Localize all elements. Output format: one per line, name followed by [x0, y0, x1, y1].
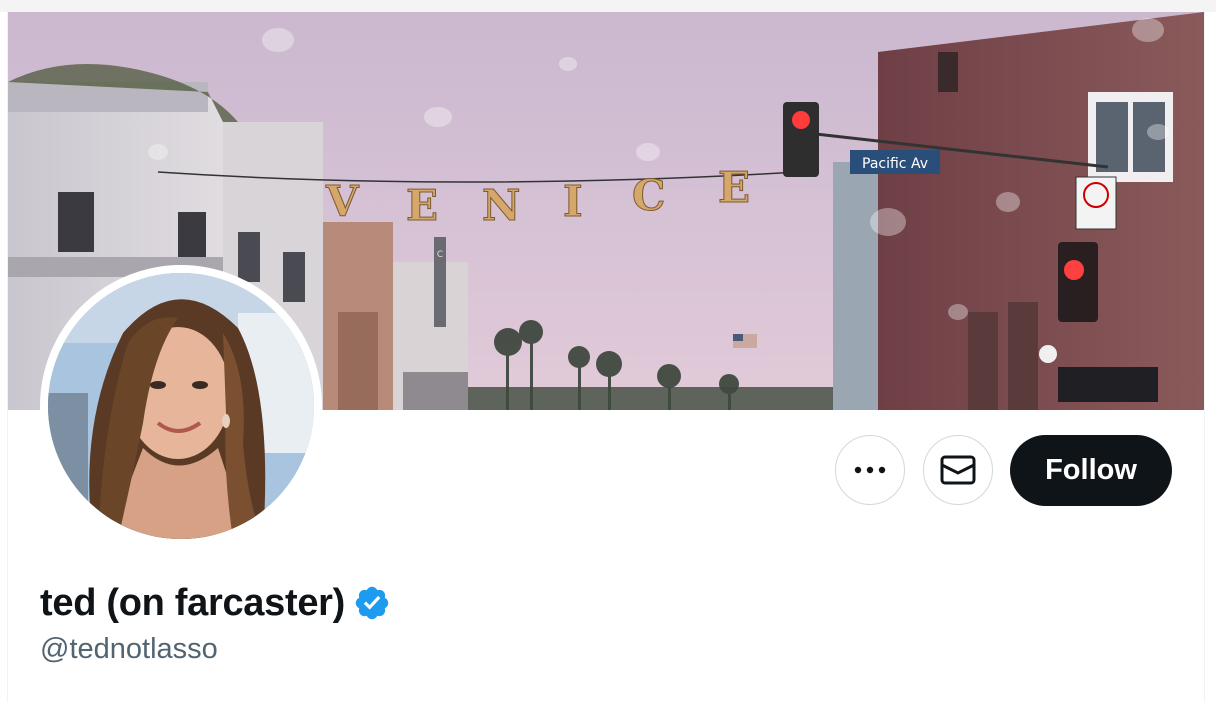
more-horizontal-icon [854, 466, 886, 474]
display-name: ted (on farcaster) [40, 581, 346, 624]
banner-vertical-sign: C [437, 250, 443, 260]
sign-letter-i: I [563, 177, 583, 226]
envelope-icon [940, 455, 976, 485]
profile-page: C V E N I C E Pacific Av Follow ted (on … [0, 0, 1216, 702]
right-border [1204, 12, 1205, 702]
sign-letter-c: C [632, 171, 665, 220]
sign-letter-n: N [482, 181, 520, 230]
display-name-row: ted (on farcaster) [40, 580, 391, 626]
sign-letter-v: V [325, 177, 360, 226]
follow-button[interactable]: Follow [1010, 435, 1172, 506]
user-handle: @tednotlasso [40, 633, 218, 665]
top-strip [0, 0, 1216, 12]
avatar-photo [48, 273, 314, 539]
sign-letter-e1: E [406, 181, 438, 230]
avatar[interactable] [40, 265, 322, 547]
message-button[interactable] [923, 435, 993, 505]
verified-check-icon[interactable] [353, 584, 391, 622]
banner-street-sign: Pacific Av [862, 156, 928, 172]
more-button[interactable] [835, 435, 905, 505]
sign-letter-e2: E [718, 163, 750, 212]
